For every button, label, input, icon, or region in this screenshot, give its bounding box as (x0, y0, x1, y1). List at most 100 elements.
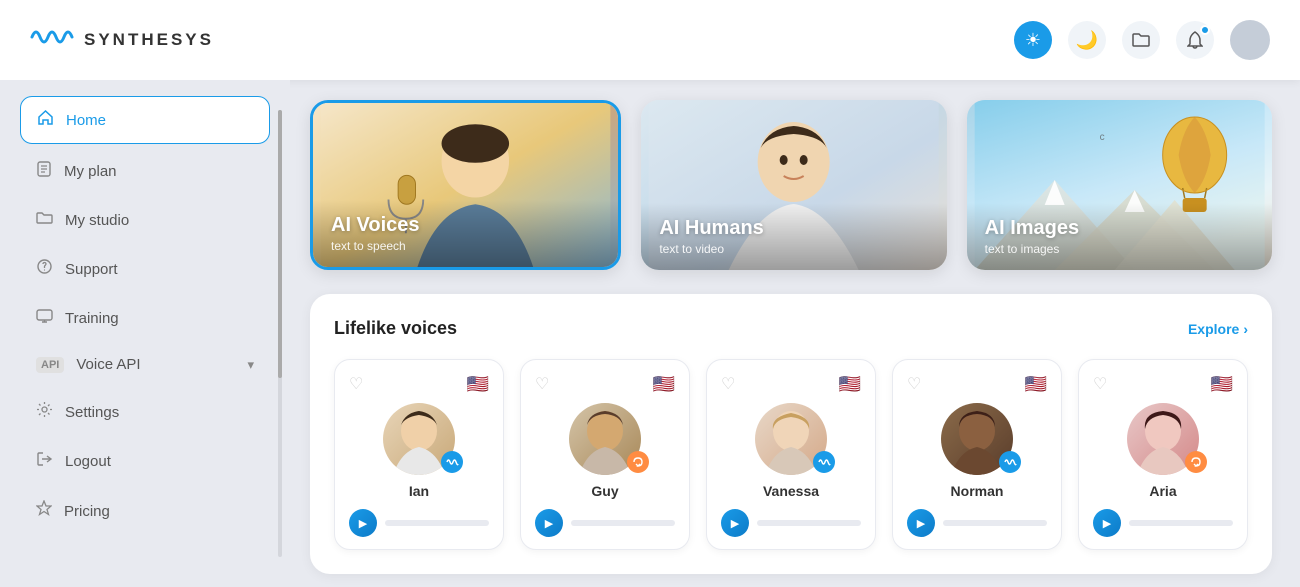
plan-icon (36, 160, 52, 182)
ian-name: Ian (349, 483, 489, 499)
home-icon (37, 109, 54, 131)
sidebar-item-settings[interactable]: Settings (20, 389, 270, 435)
guy-heart-icon[interactable]: ♡ (535, 374, 549, 394)
voice-card-norman-top: ♡ 🇺🇸 (907, 374, 1047, 395)
ai-voices-subtitle: text to speech (331, 239, 600, 253)
sidebar-scroll-thumb (278, 110, 282, 378)
pricing-icon (36, 500, 52, 522)
ian-play-button[interactable]: ▶ (349, 509, 377, 537)
vanessa-avatar-wrap (721, 403, 861, 475)
ian-play-row: ▶ (349, 509, 489, 537)
guy-name: Guy (535, 483, 675, 499)
studio-icon (36, 210, 53, 230)
svg-text:c: c (1099, 132, 1104, 143)
norman-play-button[interactable]: ▶ (907, 509, 935, 537)
voice-card-aria-top: ♡ 🇺🇸 (1093, 374, 1233, 395)
logo-text: SYNTHESYS (84, 30, 214, 50)
aria-loop-badge (1185, 451, 1207, 473)
logo: SYNTHESYS (30, 19, 214, 62)
settings-icon (36, 401, 53, 423)
vanessa-play-row: ▶ (721, 509, 861, 537)
api-icon: API (36, 357, 64, 373)
ai-voices-card[interactable]: AI Voices text to speech (310, 100, 621, 270)
guy-loop-badge (627, 451, 649, 473)
sidebar-item-voice-api[interactable]: API Voice API ▾ (20, 344, 270, 385)
light-mode-button[interactable]: ☀ (1014, 21, 1052, 59)
voice-card-vanessa[interactable]: ♡ 🇺🇸 Vanessa ▶ (706, 359, 876, 550)
sidebar-home-label: Home (66, 112, 253, 129)
logo-icon (30, 19, 74, 62)
norman-waveform (943, 520, 1047, 526)
ai-images-card[interactable]: c AI Images text to images (967, 100, 1272, 270)
ai-humans-overlay: AI Humans text to video (641, 203, 946, 270)
guy-flag: 🇺🇸 (653, 374, 675, 395)
sidebar-item-home[interactable]: Home (20, 96, 270, 144)
vanessa-name: Vanessa (721, 483, 861, 499)
vanessa-heart-icon[interactable]: ♡ (721, 374, 735, 394)
header-actions: ☀ 🌙 (1014, 20, 1270, 60)
ian-flag: 🇺🇸 (467, 374, 489, 395)
sidebar-support-label: Support (65, 261, 254, 278)
norman-heart-icon[interactable]: ♡ (907, 374, 921, 394)
voices-header: Lifelike voices Explore › (334, 318, 1248, 339)
voice-card-aria[interactable]: ♡ 🇺🇸 Aria ▶ (1078, 359, 1248, 550)
sidebar-item-my-plan[interactable]: My plan (20, 148, 270, 194)
voices-grid: ♡ 🇺🇸 Ian ▶ (334, 359, 1248, 550)
sidebar-training-label: Training (65, 310, 254, 327)
voice-card-norman[interactable]: ♡ 🇺🇸 Norman ▶ (892, 359, 1062, 550)
voice-card-guy[interactable]: ♡ 🇺🇸 Guy ▶ (520, 359, 690, 550)
ai-humans-card[interactable]: AI Humans text to video (641, 100, 946, 270)
ai-voices-overlay: AI Voices text to speech (313, 200, 618, 267)
category-cards-row: AI Voices text to speech (310, 100, 1272, 270)
aria-waveform (1129, 520, 1233, 526)
sidebar-scrollbar (278, 110, 282, 557)
aria-play-button[interactable]: ▶ (1093, 509, 1121, 537)
norman-name: Norman (907, 483, 1047, 499)
app-header: SYNTHESYS ☀ 🌙 (0, 0, 1300, 80)
voice-card-vanessa-top: ♡ 🇺🇸 (721, 374, 861, 395)
sidebar-item-logout[interactable]: Logout (20, 439, 270, 484)
guy-play-row: ▶ (535, 509, 675, 537)
sidebar-item-training[interactable]: Training (20, 296, 270, 340)
sidebar-item-pricing[interactable]: Pricing (20, 488, 270, 534)
notifications-button[interactable] (1176, 21, 1214, 59)
main-layout: Home My plan My studio Support Training (0, 80, 1300, 587)
sidebar-plan-label: My plan (64, 163, 254, 180)
content-area: AI Voices text to speech (290, 80, 1300, 587)
ai-images-title: AI Images (985, 217, 1254, 240)
ai-images-overlay: AI Images text to images (967, 203, 1272, 270)
sidebar: Home My plan My studio Support Training (0, 80, 290, 587)
norman-wave-badge (999, 451, 1021, 473)
aria-flag: 🇺🇸 (1211, 374, 1233, 395)
sidebar-pricing-label: Pricing (64, 503, 254, 520)
vanessa-play-button[interactable]: ▶ (721, 509, 749, 537)
guy-play-button[interactable]: ▶ (535, 509, 563, 537)
voice-card-ian-top: ♡ 🇺🇸 (349, 374, 489, 395)
voice-card-ian[interactable]: ♡ 🇺🇸 Ian ▶ (334, 359, 504, 550)
norman-flag: 🇺🇸 (1025, 374, 1047, 395)
ian-waveform (385, 520, 489, 526)
aria-play-row: ▶ (1093, 509, 1233, 537)
ai-humans-subtitle: text to video (659, 242, 928, 256)
ian-heart-icon[interactable]: ♡ (349, 374, 363, 394)
voices-section-title: Lifelike voices (334, 318, 457, 339)
logout-icon (36, 451, 53, 472)
vanessa-waveform (757, 520, 861, 526)
user-avatar-button[interactable] (1230, 20, 1270, 60)
ian-wave-badge (441, 451, 463, 473)
norman-avatar-wrap (907, 403, 1047, 475)
folder-button[interactable] (1122, 21, 1160, 59)
voice-card-guy-top: ♡ 🇺🇸 (535, 374, 675, 395)
sidebar-item-my-studio[interactable]: My studio (20, 198, 270, 242)
vanessa-wave-badge (813, 451, 835, 473)
explore-link[interactable]: Explore › (1188, 321, 1248, 337)
aria-heart-icon[interactable]: ♡ (1093, 374, 1107, 394)
vanessa-flag: 🇺🇸 (839, 374, 861, 395)
ai-voices-title: AI Voices (331, 214, 600, 237)
dark-mode-button[interactable]: 🌙 (1068, 21, 1106, 59)
guy-avatar-wrap (535, 403, 675, 475)
notification-badge (1200, 25, 1210, 35)
sidebar-item-support[interactable]: Support (20, 246, 270, 292)
norman-play-row: ▶ (907, 509, 1047, 537)
training-icon (36, 308, 53, 328)
